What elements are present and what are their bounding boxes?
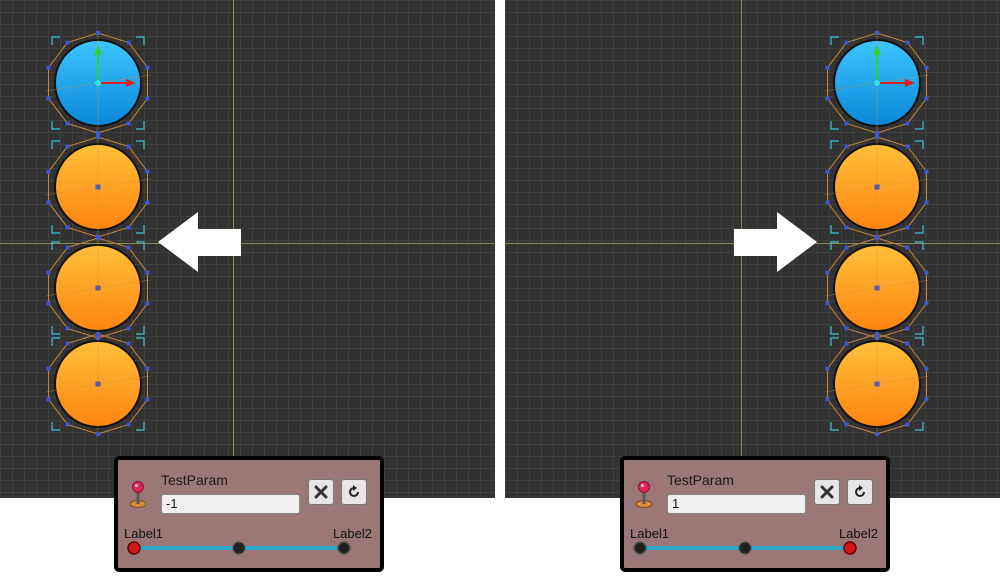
close-icon: [820, 485, 834, 499]
reset-button[interactable]: [341, 479, 367, 505]
clear-button[interactable]: [308, 479, 334, 505]
param-name: TestParam: [161, 472, 228, 488]
orange-circle-object: [824, 135, 930, 239]
parameter-panel-right: TestParam 1 Label1 Label2: [620, 456, 890, 572]
joystick-icon: [635, 481, 653, 508]
joystick-icon: [129, 481, 147, 508]
param-value-input[interactable]: 1: [667, 494, 806, 514]
orange-circle-object: [824, 236, 930, 340]
reset-icon: [349, 485, 359, 497]
slider-handle-active: [843, 541, 857, 555]
slider-handle-active: [127, 541, 141, 555]
scene-objects: [734, 31, 930, 436]
orange-circle-object: [45, 236, 151, 340]
arrow-left-icon: [158, 212, 241, 272]
scene-objects: [45, 31, 241, 436]
param-slider[interactable]: [632, 536, 872, 560]
reset-icon: [855, 485, 865, 497]
orange-circle-object: [45, 332, 151, 436]
scene-viewport-left[interactable]: [0, 0, 495, 498]
scene-viewport-right[interactable]: [505, 0, 1000, 498]
close-icon: [314, 485, 328, 499]
slider-tick: [633, 541, 647, 555]
param-name: TestParam: [667, 472, 734, 488]
slider-tick: [337, 541, 351, 555]
slider-tick-mid: [232, 541, 246, 555]
slider-tick-mid: [738, 541, 752, 555]
arrow-right-icon: [734, 212, 817, 272]
orange-circle-object: [824, 332, 930, 436]
param-slider[interactable]: [126, 536, 366, 560]
param-value-input[interactable]: -1: [161, 494, 300, 514]
reset-button[interactable]: [847, 479, 873, 505]
orange-circle-object: [45, 135, 151, 239]
parameter-panel-left: TestParam -1 Label1 Label2: [114, 456, 384, 572]
clear-button[interactable]: [814, 479, 840, 505]
